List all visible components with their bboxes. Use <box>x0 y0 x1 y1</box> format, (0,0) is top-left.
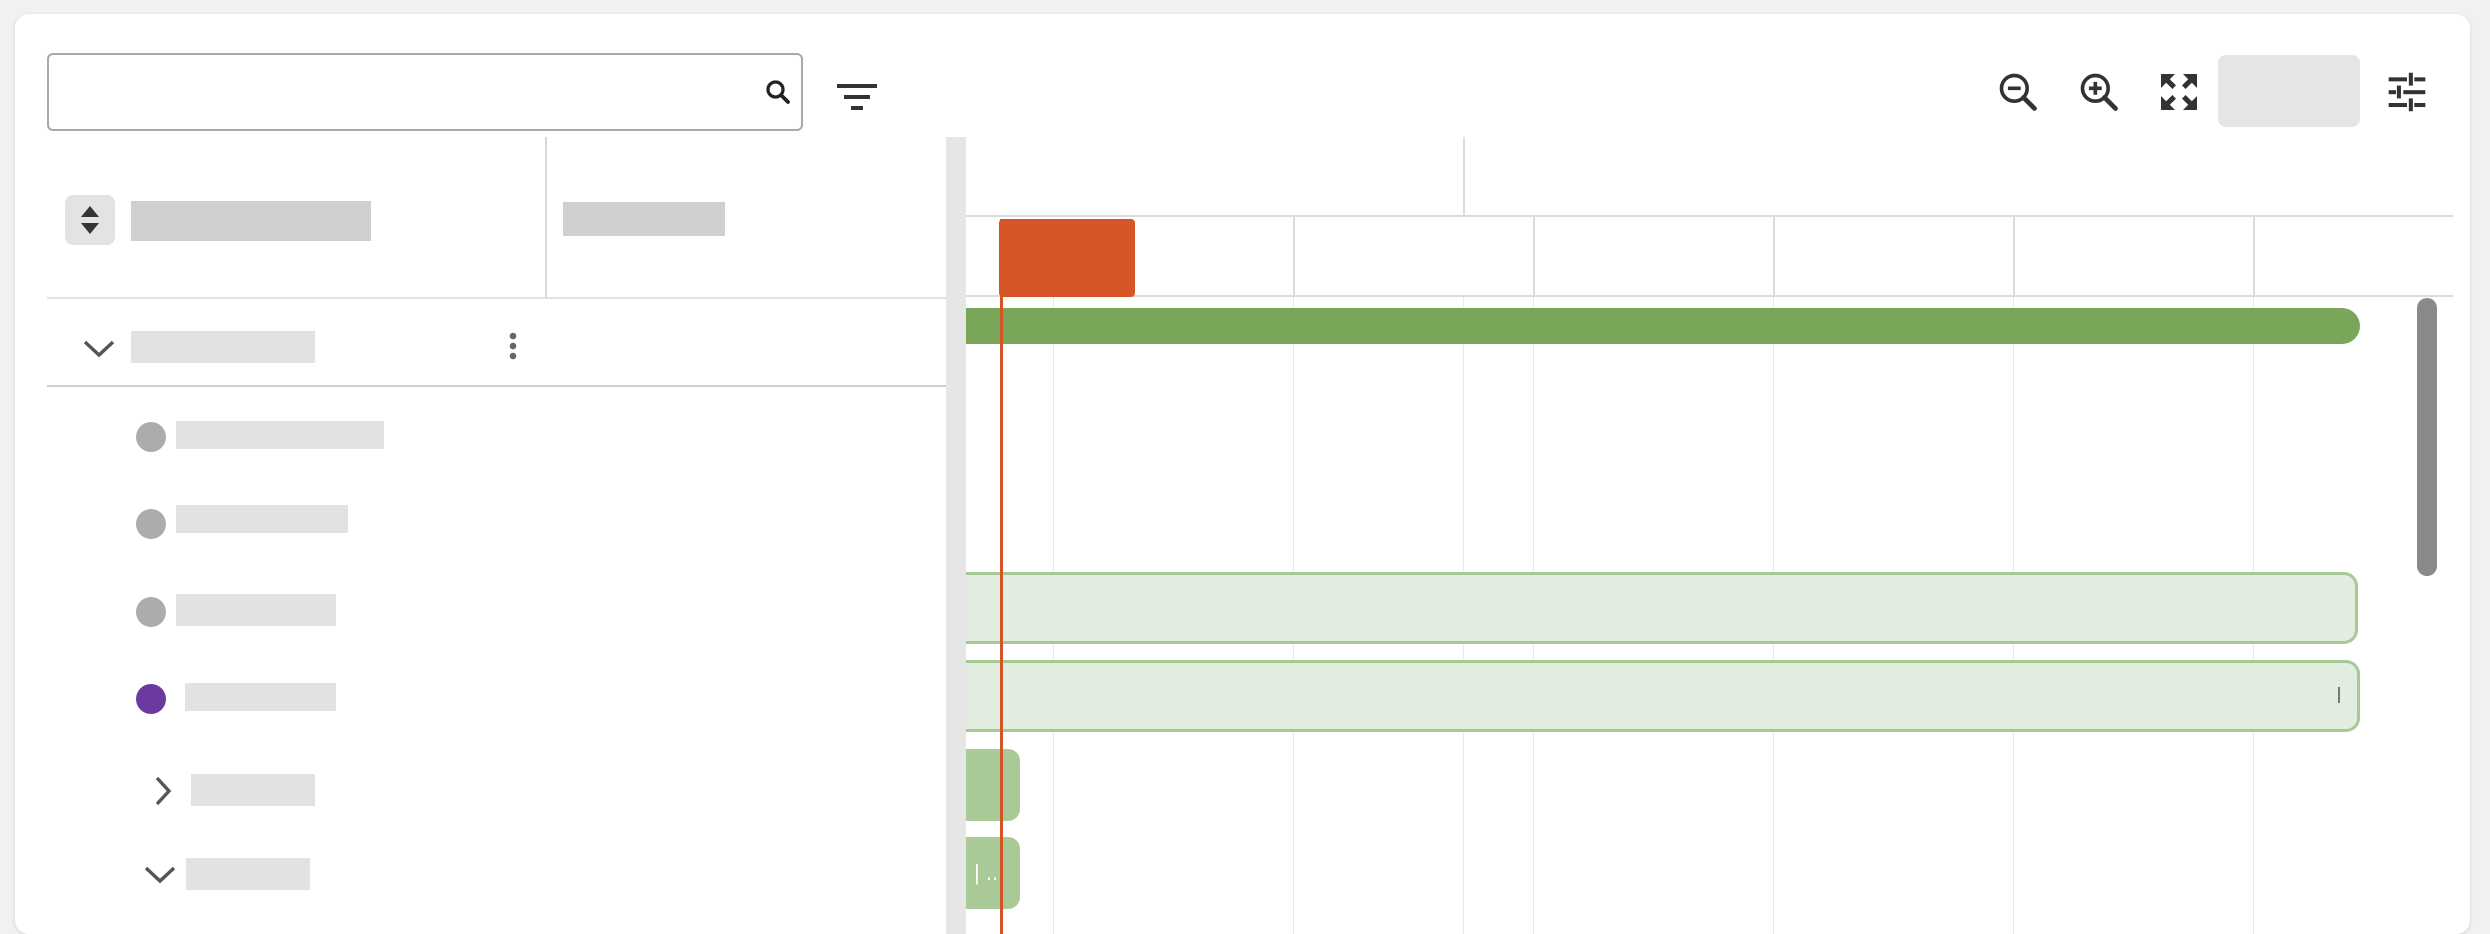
gantt-panel: | ... <box>15 14 2470 934</box>
timeline-header-bottom <box>966 295 2453 297</box>
timeline-tick <box>1533 215 1535 297</box>
subgroup-row-label[interactable] <box>186 858 310 890</box>
settings-sliders-icon[interactable] <box>2377 62 2437 122</box>
subgroup-row-label[interactable] <box>191 774 315 806</box>
small-task-bar[interactable] <box>966 749 1020 821</box>
timeline-tick <box>2253 215 2255 297</box>
today-marker-flag[interactable] <box>999 219 1135 297</box>
task-row-label[interactable] <box>176 505 348 533</box>
column-header-name <box>131 201 371 241</box>
today-line <box>1000 219 1003 934</box>
search-field[interactable] <box>47 53 803 131</box>
view-mode-button[interactable] <box>2218 55 2360 127</box>
timeline-header-divider <box>1463 137 1465 215</box>
timeline-header-rule <box>966 215 2453 217</box>
timeline-tick <box>2013 215 2015 297</box>
summary-bar[interactable] <box>966 308 2360 344</box>
search-icon[interactable] <box>753 67 803 117</box>
sort-updown-icon[interactable] <box>65 195 115 245</box>
task-row-label[interactable] <box>185 683 336 711</box>
timeline-tick <box>1773 215 1775 297</box>
timeline-header <box>966 137 2453 297</box>
task-bar[interactable] <box>966 572 2358 644</box>
column-divider[interactable] <box>545 137 547 297</box>
vertical-scrollbar[interactable] <box>2417 298 2437 576</box>
group-row-divider <box>47 385 960 387</box>
fullscreen-icon[interactable] <box>2149 62 2209 122</box>
task-row-label[interactable] <box>176 421 384 449</box>
chevron-right-icon[interactable] <box>143 769 183 813</box>
group-row-label <box>131 331 315 363</box>
status-dot-gray <box>136 509 166 539</box>
pane-splitter[interactable] <box>946 137 966 934</box>
column-header-second <box>563 202 725 236</box>
chevron-down-icon[interactable] <box>77 327 121 371</box>
task-row-label[interactable] <box>176 594 336 626</box>
status-dot-purple <box>136 684 166 714</box>
search-input[interactable] <box>49 55 729 129</box>
filter-icon[interactable] <box>833 74 881 122</box>
task-bar[interactable] <box>966 660 2360 732</box>
bar-resize-handle[interactable] <box>2338 687 2340 703</box>
zoom-out-icon[interactable] <box>1988 62 2048 122</box>
more-vertical-icon[interactable] <box>495 324 531 368</box>
status-dot-gray <box>136 422 166 452</box>
zoom-in-icon[interactable] <box>2069 62 2129 122</box>
status-dot-gray <box>136 597 166 627</box>
chevron-down-icon[interactable] <box>138 857 182 893</box>
small-task-bar-label[interactable]: | ... <box>966 837 1020 909</box>
timeline-tick <box>1293 215 1295 297</box>
